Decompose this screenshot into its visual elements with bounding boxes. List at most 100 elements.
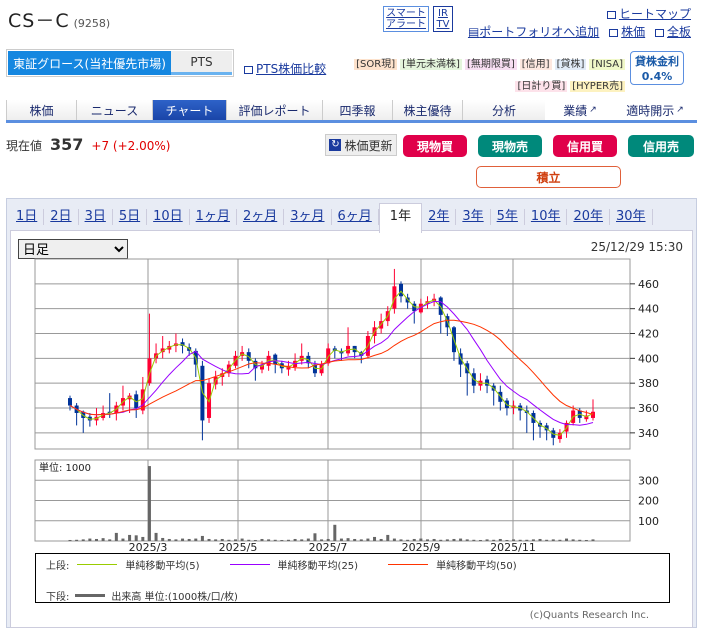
y-tick-label: 360 <box>638 402 659 415</box>
volume-bar <box>253 539 257 541</box>
volume-bar <box>114 532 118 541</box>
volume-bar <box>432 538 436 541</box>
volume-bar <box>141 536 145 541</box>
volume-bar <box>353 538 357 541</box>
volume-bar <box>134 535 138 541</box>
volume-tick-label: 300 <box>638 474 659 487</box>
volume-bar <box>313 533 317 541</box>
volume-bar <box>571 539 575 541</box>
volume-bar <box>293 538 297 541</box>
legend-ma5: 単純移動平均(5) <box>125 561 200 572</box>
price-chart: 2025/3 2025/5 2025/7 2025/9 2025/11460440420… <box>34 258 659 554</box>
volume-bar <box>128 534 132 541</box>
candle-body <box>273 354 278 365</box>
volume-bar <box>214 539 218 541</box>
volume-bar <box>373 536 377 541</box>
volume-bar <box>68 539 72 541</box>
y-tick-label: 460 <box>638 278 659 291</box>
volume-bar <box>406 539 410 541</box>
volume-bar <box>525 539 529 541</box>
volume-bar <box>200 535 204 541</box>
volume-bar <box>518 539 522 541</box>
volume-bar <box>81 539 85 541</box>
volume-bar <box>108 539 112 541</box>
volume-bar <box>240 538 244 541</box>
volume-bar <box>174 539 178 541</box>
legend-line-ma5 <box>77 564 118 565</box>
volume-bar <box>300 539 304 541</box>
volume-bar <box>538 538 542 541</box>
legend-line-ma25 <box>229 564 270 565</box>
volume-bar <box>88 538 92 541</box>
volume-bar <box>194 538 198 541</box>
volume-bar <box>247 539 251 541</box>
legend-line-volume <box>75 594 106 597</box>
volume-bar <box>181 538 185 541</box>
volume-bar <box>167 538 171 541</box>
volume-bar <box>359 539 363 541</box>
volume-bar <box>333 524 337 541</box>
volume-tick-label: 200 <box>638 495 659 508</box>
volume-bar <box>220 538 224 541</box>
volume-bar <box>584 539 588 541</box>
price-panel <box>34 258 631 450</box>
volume-bar <box>472 539 476 541</box>
volume-bar <box>227 539 231 541</box>
volume-bar <box>339 538 343 541</box>
volume-tick-label: 100 <box>638 515 659 528</box>
volume-bar <box>545 539 549 541</box>
legend-volume: 出来高 単位:(1000株/口/枚) <box>111 592 238 603</box>
volume-bar <box>399 539 403 541</box>
volume-bar <box>558 539 562 541</box>
volume-bar <box>366 538 370 541</box>
volume-bar <box>101 538 105 541</box>
volume-bar <box>267 539 271 541</box>
volume-bar <box>459 538 463 541</box>
volume-bar <box>452 538 456 541</box>
volume-bar <box>234 539 238 541</box>
volume-bar <box>286 539 290 541</box>
volume-bar <box>498 538 502 541</box>
volume-bar <box>465 539 469 541</box>
volume-bar <box>121 538 125 541</box>
volume-bar <box>578 539 582 541</box>
volume-bar <box>386 534 390 541</box>
volume-bar <box>425 539 429 541</box>
volume-bar <box>412 538 416 541</box>
y-tick-label: 400 <box>638 352 659 365</box>
volume-bar <box>75 539 79 541</box>
legend-upper-label: 上段: <box>46 561 70 572</box>
volume-bar <box>392 538 396 541</box>
volume-bar <box>161 537 165 541</box>
volume-bar <box>154 532 158 541</box>
volume-bar <box>439 539 443 541</box>
volume-bar <box>551 539 555 541</box>
volume-bar <box>478 539 482 541</box>
volume-bar <box>280 539 284 541</box>
volume-bar <box>379 538 383 541</box>
volume-bar <box>565 538 569 541</box>
volume-bar <box>187 538 191 541</box>
volume-bar <box>147 466 151 541</box>
chart-legend: 上段: 単純移動平均(5) 単純移動平均(25) 単純移動平均(50) 下段: … <box>35 553 670 603</box>
volume-bar <box>492 539 496 541</box>
candle-body <box>68 398 72 406</box>
y-tick-label: 440 <box>638 303 659 316</box>
volume-bar <box>531 539 535 541</box>
volume-bar <box>94 538 98 541</box>
volume-unit-label: 単位: 1000 <box>39 461 91 474</box>
y-tick-label: 340 <box>638 427 659 440</box>
legend-line-ma50 <box>388 564 429 565</box>
copyright: (c)Quants Research Inc. <box>529 610 649 621</box>
volume-bar <box>505 539 509 541</box>
volume-bar <box>260 538 264 541</box>
volume-bar <box>591 539 595 541</box>
volume-bar <box>306 538 310 541</box>
y-tick-label: 420 <box>638 328 659 341</box>
volume-bar <box>346 538 350 541</box>
legend-ma25: 単純移動平均(25) <box>277 561 359 572</box>
volume-bar <box>320 539 324 541</box>
y-tick-label: 380 <box>638 377 659 390</box>
candle-body <box>399 283 404 297</box>
volume-bar <box>485 539 489 541</box>
